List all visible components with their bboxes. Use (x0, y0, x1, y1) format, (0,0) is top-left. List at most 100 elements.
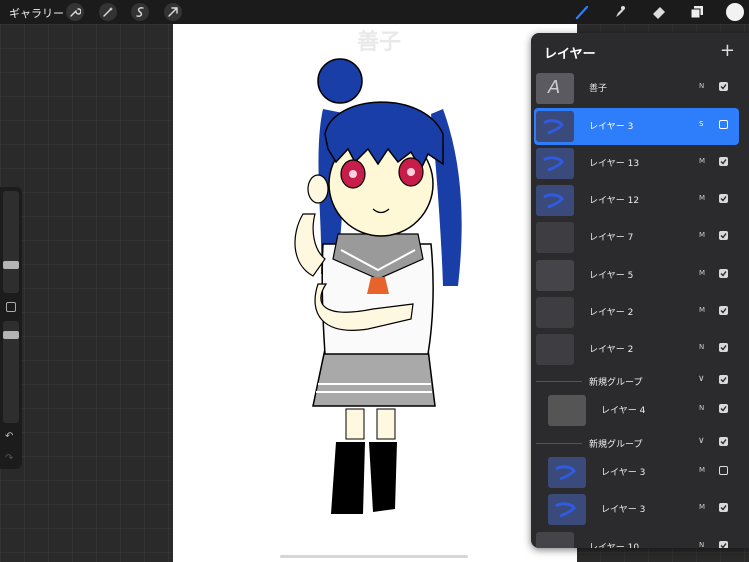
layers-panel-title: レイヤー (544, 47, 596, 62)
layers-panel: レイヤー + A 善子 N レイヤー 3 S レイヤー 13 M レイヤー 12 M レイヤー 7… (531, 33, 749, 548)
layer-thumbnail[interactable] (536, 111, 574, 142)
visibility-checkbox[interactable] (719, 503, 728, 512)
blend-mode-button[interactable]: M (699, 503, 705, 511)
layer-thumbnail[interactable] (548, 457, 586, 488)
group-divider (536, 443, 582, 444)
eraser-icon[interactable] (650, 3, 668, 21)
blend-mode-button[interactable]: M (699, 306, 705, 314)
group-divider (536, 381, 582, 382)
blend-mode-button[interactable]: M (699, 231, 705, 239)
layer-row[interactable]: レイヤー 3 S (534, 108, 739, 145)
visibility-checkbox[interactable] (719, 231, 728, 240)
layer-preview (543, 119, 564, 135)
visibility-checkbox[interactable] (719, 541, 728, 548)
redo-icon[interactable]: ↷ (5, 453, 13, 464)
modify-button[interactable] (6, 302, 16, 312)
visibility-checkbox[interactable] (719, 466, 728, 475)
visibility-checkbox[interactable] (719, 306, 728, 315)
group-visibility-checkbox[interactable] (719, 437, 728, 446)
layer-row[interactable]: レイヤー 3 M (531, 491, 749, 528)
layer-row[interactable]: レイヤー 2 M (531, 294, 749, 331)
blend-mode-button[interactable]: N (699, 404, 704, 412)
color-picker-icon[interactable] (726, 3, 744, 21)
layer-name: レイヤー 13 (589, 159, 640, 169)
layer-name: レイヤー 12 (589, 196, 640, 206)
layer-thumbnail[interactable] (536, 185, 574, 216)
blend-mode-button[interactable]: M (699, 157, 705, 165)
layer-thumbnail[interactable] (548, 395, 586, 426)
blend-mode-button[interactable]: S (699, 120, 703, 128)
text-layer-icon: A (548, 77, 561, 98)
layer-thumbnail[interactable] (536, 148, 574, 179)
layer-row[interactable]: レイヤー 2 N (531, 331, 749, 368)
drawing-canvas[interactable]: 善子 (173, 24, 577, 562)
layer-thumbnail[interactable] (536, 297, 574, 328)
brush-size-slider[interactable] (3, 191, 19, 293)
visibility-checkbox[interactable] (719, 269, 728, 278)
layer-row[interactable]: A 善子 N (531, 70, 749, 107)
layer-preview (543, 193, 564, 209)
layer-group[interactable]: 新規グループ ∨ (531, 431, 749, 455)
layer-thumbnail[interactable] (536, 260, 574, 291)
layer-name: 善子 (589, 84, 608, 94)
layer-thumbnail[interactable] (536, 222, 574, 253)
wrench-icon[interactable] (66, 3, 84, 21)
layer-row[interactable]: レイヤー 10 N (531, 529, 749, 548)
layer-thumbnail[interactable] (548, 494, 586, 525)
layer-preview (543, 156, 564, 172)
home-indicator (280, 555, 468, 558)
opacity-slider[interactable] (3, 321, 19, 423)
layer-row[interactable]: レイヤー 5 M (531, 257, 749, 294)
layer-row[interactable]: レイヤー 7 M (531, 219, 749, 256)
layer-preview (555, 502, 576, 518)
gallery-button[interactable]: ギャラリー (9, 5, 64, 21)
character-illustration (294, 58, 462, 514)
chevron-down-icon[interactable]: ∨ (698, 374, 705, 384)
side-toolbar: ↶ ↷ (0, 187, 22, 469)
layer-name: レイヤー 3 (601, 505, 646, 515)
layer-thumbnail[interactable] (536, 532, 574, 548)
layer-thumbnail[interactable]: A (536, 73, 574, 104)
layer-name: レイヤー 7 (589, 233, 634, 243)
selection-icon[interactable] (131, 3, 149, 21)
layer-name: レイヤー 5 (589, 271, 634, 281)
layers-icon[interactable] (688, 3, 706, 21)
layer-preview (555, 465, 576, 481)
layer-name: レイヤー 2 (589, 308, 634, 318)
layer-name: レイヤー 2 (589, 345, 634, 355)
group-name: 新規グループ (589, 378, 643, 388)
layer-row[interactable]: レイヤー 13 M (531, 145, 749, 182)
transform-arrow-icon[interactable] (164, 3, 182, 21)
group-name: 新規グループ (589, 440, 643, 450)
layer-row[interactable]: レイヤー 4 N (531, 392, 749, 429)
blend-mode-button[interactable]: N (699, 82, 704, 90)
layer-name: レイヤー 4 (601, 406, 646, 416)
layer-group[interactable]: 新規グループ ∨ (531, 369, 749, 393)
visibility-checkbox[interactable] (719, 404, 728, 413)
layer-name: レイヤー 3 (589, 122, 634, 132)
undo-icon[interactable]: ↶ (5, 431, 13, 442)
magic-wand-icon[interactable] (99, 3, 117, 21)
add-layer-button[interactable]: + (720, 40, 735, 61)
visibility-checkbox[interactable] (719, 120, 728, 129)
layer-thumbnail[interactable] (536, 334, 574, 365)
smudge-icon[interactable] (611, 3, 629, 21)
visibility-checkbox[interactable] (719, 343, 728, 352)
top-toolbar: ギャラリー (0, 0, 749, 24)
visibility-checkbox[interactable] (719, 194, 728, 203)
visibility-checkbox[interactable] (719, 82, 728, 91)
layer-row[interactable]: レイヤー 12 M (531, 182, 749, 219)
layer-name: レイヤー 3 (601, 468, 646, 478)
brush-size-knob[interactable] (3, 261, 19, 269)
layer-row[interactable]: レイヤー 3 M (531, 454, 749, 491)
chevron-down-icon[interactable]: ∨ (698, 436, 705, 446)
blend-mode-button[interactable]: N (699, 343, 704, 351)
blend-mode-button[interactable]: N (699, 541, 704, 548)
blend-mode-button[interactable]: M (699, 194, 705, 202)
brush-icon[interactable] (573, 3, 591, 21)
group-visibility-checkbox[interactable] (719, 375, 728, 384)
visibility-checkbox[interactable] (719, 157, 728, 166)
opacity-knob[interactable] (3, 331, 19, 339)
blend-mode-button[interactable]: M (699, 466, 705, 474)
blend-mode-button[interactable]: M (699, 269, 705, 277)
